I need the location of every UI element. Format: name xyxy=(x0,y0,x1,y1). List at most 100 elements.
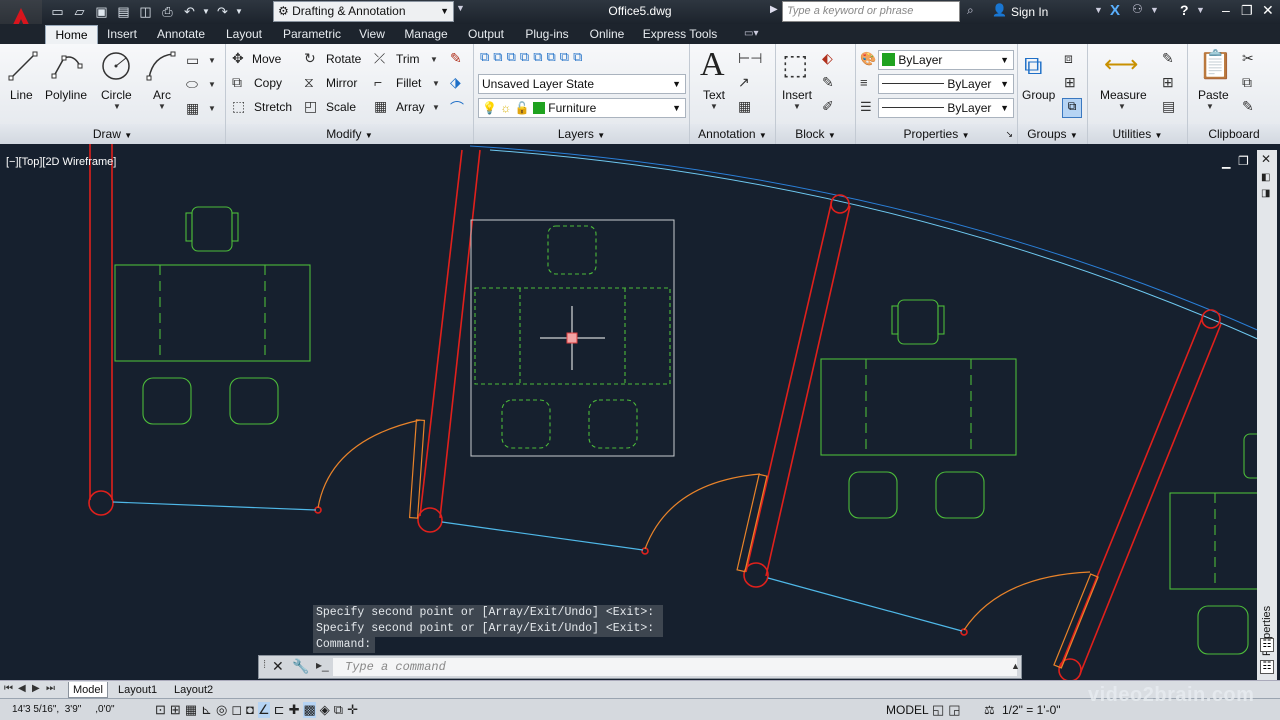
undo-icon[interactable]: ↶ xyxy=(180,3,199,21)
text-dropdown-icon[interactable]: ▼ xyxy=(710,102,718,111)
command-history-toggle-icon[interactable]: ▲ xyxy=(1011,661,1020,671)
arc-label[interactable]: Arc xyxy=(153,88,171,102)
rectangle-dropdown-icon[interactable]: ▼ xyxy=(208,56,216,65)
last-tab-icon[interactable]: ⏭ xyxy=(46,683,55,694)
ortho-mode-icon[interactable]: ⊾ xyxy=(201,702,212,718)
array-icon[interactable]: ▦ xyxy=(374,98,387,115)
clipboard-panel-title[interactable]: Clipboard xyxy=(1188,124,1280,144)
scale-button[interactable]: Scale xyxy=(326,100,356,114)
measure-button[interactable]: Measure xyxy=(1100,88,1147,102)
text-icon[interactable]: A xyxy=(700,46,725,84)
layer-properties-icon[interactable]: ⧉ xyxy=(480,49,489,69)
first-tab-icon[interactable]: ⏮ xyxy=(4,683,13,694)
palette-tab-icon[interactable]: ☷ xyxy=(1260,638,1274,652)
object-snap-tracking-icon[interactable]: ∠ xyxy=(258,702,270,718)
paste-icon[interactable]: 📋 xyxy=(1198,48,1233,81)
customize-icon[interactable]: 🔧 xyxy=(292,658,309,675)
explode-icon[interactable]: ⬗ xyxy=(450,74,461,91)
layer-lock-icon[interactable]: ⧉ xyxy=(573,49,582,69)
measure-icon[interactable]: ⟷ xyxy=(1104,50,1138,79)
stretch-icon[interactable]: ⬚ xyxy=(232,98,245,115)
coordinate-readout[interactable]: 14'3 5/16", 3'9" ,0'0" xyxy=(12,702,162,718)
group-selection-toggle[interactable]: ⧉ xyxy=(1062,98,1082,118)
stretch-button[interactable]: Stretch xyxy=(254,100,292,114)
match-properties-icon[interactable]: 🎨 xyxy=(860,51,876,67)
hatch-dropdown-icon[interactable]: ▼ xyxy=(208,104,216,113)
rotate-icon[interactable]: ↻ xyxy=(304,50,316,67)
array-dropdown-icon[interactable]: ▼ xyxy=(432,103,440,112)
layer-freeze-icon[interactable]: ⧉ xyxy=(546,49,555,69)
circle-icon[interactable] xyxy=(100,50,132,82)
plot-preview-icon[interactable]: ◫ xyxy=(136,3,155,21)
tab-layout2[interactable]: Layout2 xyxy=(170,682,217,698)
move-icon[interactable]: ✥ xyxy=(232,50,244,67)
close-icon[interactable]: ✕ xyxy=(1262,2,1274,19)
minimize-icon[interactable]: – xyxy=(1222,2,1230,18)
match-icon[interactable]: ✎ xyxy=(1242,98,1254,115)
redo-dropdown-icon[interactable]: ▼ xyxy=(235,3,243,21)
mirror-button[interactable]: Mirror xyxy=(326,76,357,90)
calculator-icon[interactable]: ▤ xyxy=(1162,98,1175,115)
viewport-restore-icon[interactable]: ❐ xyxy=(1238,154,1249,168)
ellipse-dropdown-icon[interactable]: ▼ xyxy=(208,80,216,89)
paste-dropdown-icon[interactable]: ▼ xyxy=(1206,102,1214,111)
lineweight-dropdown[interactable]: ByLayer ▼ xyxy=(878,74,1014,94)
layer-match-icon[interactable]: ⧉ xyxy=(493,49,502,69)
arc-icon[interactable] xyxy=(145,50,177,82)
copy-button[interactable]: Copy xyxy=(254,76,282,90)
utilities-panel-title[interactable]: Utilities ▼ xyxy=(1088,124,1187,144)
hatch-icon[interactable]: ▦ xyxy=(186,100,199,117)
create-block-icon[interactable]: ⬖ xyxy=(822,50,833,67)
quick-properties-icon[interactable]: ⧉ xyxy=(334,702,343,718)
scale-icon[interactable]: ◰ xyxy=(304,98,317,115)
previous-tab-icon[interactable]: ◀ xyxy=(18,683,26,694)
redo-icon[interactable]: ↷ xyxy=(213,3,232,21)
mirror-icon[interactable]: ⧖ xyxy=(304,74,314,91)
groups-panel-title[interactable]: Groups ▼ xyxy=(1018,124,1087,144)
dimension-icon[interactable]: ⊢⊣ xyxy=(738,50,762,67)
snap-mode-icon[interactable]: ⊞ xyxy=(170,702,181,718)
layer-dropdown[interactable]: 💡 ☼ 🔓 Furniture ▼ xyxy=(478,98,686,118)
info-arrow-icon[interactable]: ▶ xyxy=(770,4,778,15)
offset-icon[interactable]: ⌒ xyxy=(450,98,464,118)
quick-view-layouts-icon[interactable]: ◱ xyxy=(932,702,944,718)
insert-block-icon[interactable]: ⬚ xyxy=(782,48,808,81)
tab-output[interactable]: Output xyxy=(462,25,510,44)
tab-layout[interactable]: Layout xyxy=(218,25,270,44)
edit-block-icon[interactable]: ✎ xyxy=(822,74,834,91)
fillet-button[interactable]: Fillet xyxy=(396,76,421,90)
ungroup-icon[interactable]: ⧈ xyxy=(1064,50,1073,67)
modify-panel-title[interactable]: Modify ▼ xyxy=(226,124,473,144)
drawing-viewport[interactable] xyxy=(0,144,1280,682)
properties-launcher-icon[interactable]: ↘ xyxy=(1005,124,1013,144)
layer-isolate-icon[interactable]: ⧉ xyxy=(520,49,529,69)
viewport-minimize-icon[interactable]: ▁ xyxy=(1222,156,1230,169)
tab-online[interactable]: Online xyxy=(584,25,630,44)
tab-manage[interactable]: Manage xyxy=(398,25,454,44)
palette-settings-icon[interactable]: ◨ xyxy=(1261,188,1270,199)
edit-attributes-icon[interactable]: ✐ xyxy=(822,98,834,115)
model-space-label[interactable]: MODEL xyxy=(886,702,929,718)
help-dropdown-icon[interactable]: ▼ xyxy=(1196,5,1205,15)
lineweight-icon[interactable]: ≡ xyxy=(860,75,868,90)
palette-tab-icon[interactable]: ☷ xyxy=(1260,660,1274,674)
infer-constraints-icon[interactable]: ⊡ xyxy=(155,702,166,718)
fillet-dropdown-icon[interactable]: ▼ xyxy=(432,79,440,88)
tab-view[interactable]: View xyxy=(354,25,390,44)
polyline-icon[interactable] xyxy=(50,50,84,82)
cut-icon[interactable]: ✂ xyxy=(1242,50,1254,67)
palette-autohide-icon[interactable]: ◧ xyxy=(1261,172,1270,183)
text-button[interactable]: Text xyxy=(703,88,725,102)
color-dropdown[interactable]: ByLayer ▼ xyxy=(878,50,1014,70)
qat-customize-icon[interactable]: ▼ xyxy=(456,3,465,13)
network-icon[interactable]: ⚇ xyxy=(1132,2,1143,16)
tab-insert[interactable]: Insert xyxy=(100,25,144,44)
search-input[interactable]: Type a keyword or phrase xyxy=(782,1,960,22)
tab-layout1[interactable]: Layout1 xyxy=(114,682,161,698)
linetype-icon[interactable]: ☰ xyxy=(860,99,872,115)
tab-parametric[interactable]: Parametric xyxy=(276,25,348,44)
annotation-scale[interactable]: 1/2" = 1'-0" xyxy=(1002,702,1061,718)
new-file-icon[interactable]: ▭ xyxy=(48,3,67,21)
select-all-icon[interactable]: ⊞ xyxy=(1162,74,1174,91)
viewport-controls-label[interactable]: [−][Top][2D Wireframe] xyxy=(6,156,116,168)
